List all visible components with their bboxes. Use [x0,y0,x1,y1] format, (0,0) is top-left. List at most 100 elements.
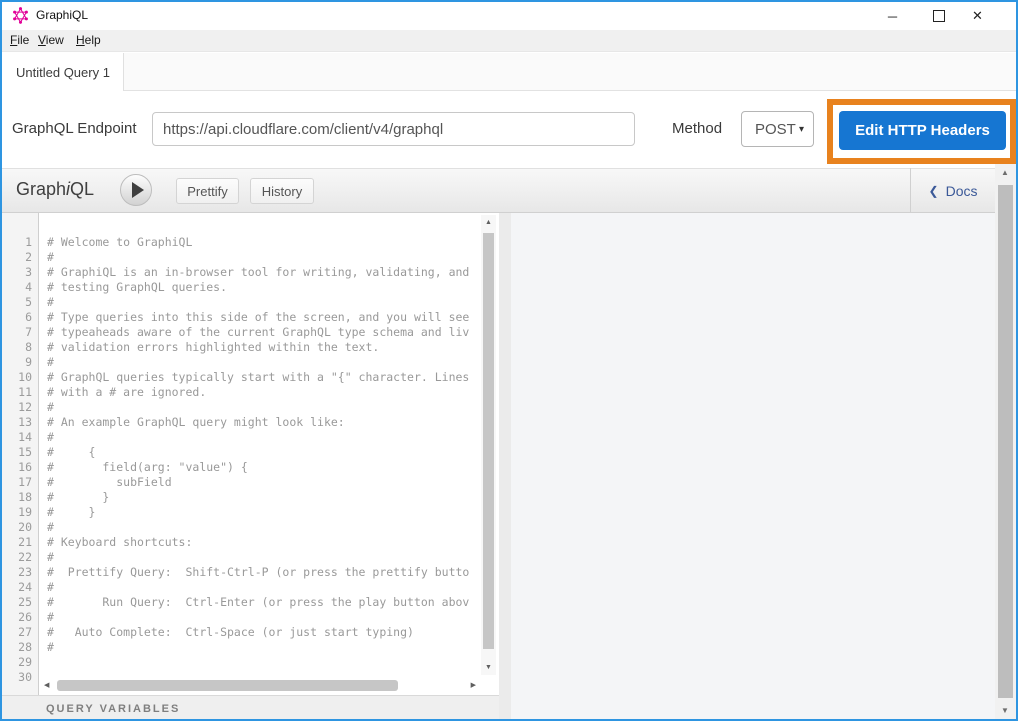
code-line[interactable]: # [47,430,480,445]
code-line[interactable]: # with a # are ignored. [47,385,480,400]
line-numbers: 1234567891011121314151617181920212223242… [2,213,39,695]
pane-divider[interactable] [499,213,511,721]
scroll-down-icon[interactable]: ▼ [485,664,492,671]
code-line[interactable]: # } [47,490,480,505]
prettify-button[interactable]: Prettify [176,178,239,204]
maximize-icon [933,10,945,22]
line-number: 30 [2,670,38,685]
code-lines[interactable]: # Welcome to GraphiQL## GraphiQL is an i… [40,213,480,675]
code-line[interactable]: # typeaheads aware of the current GraphQ… [47,325,480,340]
line-number: 13 [2,415,38,430]
line-number: 16 [2,460,38,475]
menu-help[interactable]: Help [76,33,101,47]
code-line[interactable]: # [47,610,480,625]
line-number: 28 [2,640,38,655]
code-line[interactable]: # [47,250,480,265]
line-number: 4 [2,280,38,295]
code-line[interactable]: # [47,640,480,655]
minimize-icon: ─ [888,9,897,24]
line-number: 14 [2,430,38,445]
line-number: 26 [2,610,38,625]
line-number: 2 [2,250,38,265]
code-line[interactable]: # Auto Complete: Ctrl-Space (or just sta… [47,625,480,640]
editor-vertical-scroll-thumb[interactable] [483,233,494,649]
code-line[interactable]: # [47,520,480,535]
line-number: 18 [2,490,38,505]
code-line[interactable]: # } [47,505,480,520]
line-number: 20 [2,520,38,535]
scroll-right-icon[interactable]: ▶ [471,682,476,689]
line-number: 17 [2,475,38,490]
code-line[interactable]: # field(arg: "value") { [47,460,480,475]
result-pane [511,213,995,721]
code-line[interactable]: # { [47,445,480,460]
tab-strip [2,53,1016,91]
code-line[interactable]: # subField [47,475,480,490]
line-number: 15 [2,445,38,460]
code-line[interactable]: # GraphQL queries typically start with a… [47,370,480,385]
line-number: 12 [2,400,38,415]
code-line[interactable]: # [47,580,480,595]
line-number: 6 [2,310,38,325]
window-vertical-scroll-thumb[interactable] [998,185,1013,698]
minimize-button[interactable]: ─ [870,2,915,30]
line-number: 24 [2,580,38,595]
chevron-left-icon: ❮ [929,184,939,198]
line-number: 7 [2,325,38,340]
line-number: 3 [2,265,38,280]
line-number: 11 [2,385,38,400]
line-number: 23 [2,565,38,580]
close-button[interactable]: ✕ [955,2,1000,30]
line-number: 5 [2,295,38,310]
code-line[interactable]: # [47,295,480,310]
play-icon [132,182,144,198]
query-variables-title: QUERY VARIABLES [46,703,180,715]
query-variables-bar[interactable]: QUERY VARIABLES [2,695,499,721]
line-number: 29 [2,655,38,670]
scroll-left-icon[interactable]: ◀ [44,682,49,689]
docs-toggle-link[interactable]: ❮ Docs [911,168,995,213]
method-select[interactable]: POST ▾ [741,111,814,147]
scroll-up-icon[interactable]: ▲ [485,219,492,226]
window-title: GraphiQL [36,8,88,22]
edit-http-headers-button[interactable]: Edit HTTP Headers [839,111,1006,150]
code-line[interactable]: # An example GraphQL query might look li… [47,415,480,430]
scroll-down-icon[interactable]: ▼ [1001,707,1009,715]
line-number: 9 [2,355,38,370]
code-line[interactable]: # [47,400,480,415]
docs-label: Docs [946,183,978,199]
line-number: 10 [2,370,38,385]
method-selected-value: POST [755,121,799,138]
chevron-down-icon: ▾ [799,124,804,135]
menu-view[interactable]: View [38,33,64,47]
line-number: 27 [2,625,38,640]
code-line[interactable]: # Type queries into this side of the scr… [47,310,480,325]
code-line[interactable]: # validation errors highlighted within t… [47,340,480,355]
menu-bar [2,30,1016,52]
endpoint-url-input[interactable] [152,112,635,146]
line-number: 21 [2,535,38,550]
code-line[interactable]: # testing GraphQL queries. [47,280,480,295]
execute-query-button[interactable] [120,174,152,206]
graphiql-logo: GraphiQL [16,179,94,200]
line-number: 19 [2,505,38,520]
scroll-up-icon[interactable]: ▲ [1001,169,1009,177]
line-number: 25 [2,595,38,610]
code-line[interactable]: # Prettify Query: Shift-Ctrl-P (or press… [47,565,480,580]
code-line[interactable]: # [47,355,480,370]
history-button[interactable]: History [250,178,314,204]
code-line[interactable]: # GraphiQL is an in-browser tool for wri… [47,265,480,280]
app-window: GraphiQL ─ ✕ File View Help Untitled Que… [0,0,1018,721]
tab-untitled-query[interactable]: Untitled Query 1 [2,53,124,91]
editor-horizontal-scroll-thumb[interactable] [57,680,398,691]
tab-label: Untitled Query 1 [16,65,110,80]
menu-file[interactable]: File [10,33,29,47]
title-bar[interactable]: GraphiQL ─ ✕ [2,2,1016,30]
close-icon: ✕ [972,8,983,24]
graphql-logo-icon [12,7,29,24]
code-line[interactable]: # Keyboard shortcuts: [47,535,480,550]
method-label: Method [672,112,722,146]
code-line[interactable]: # [47,550,480,565]
code-line[interactable]: # Run Query: Ctrl-Enter (or press the pl… [47,595,480,610]
code-line[interactable]: # Welcome to GraphiQL [47,235,480,250]
